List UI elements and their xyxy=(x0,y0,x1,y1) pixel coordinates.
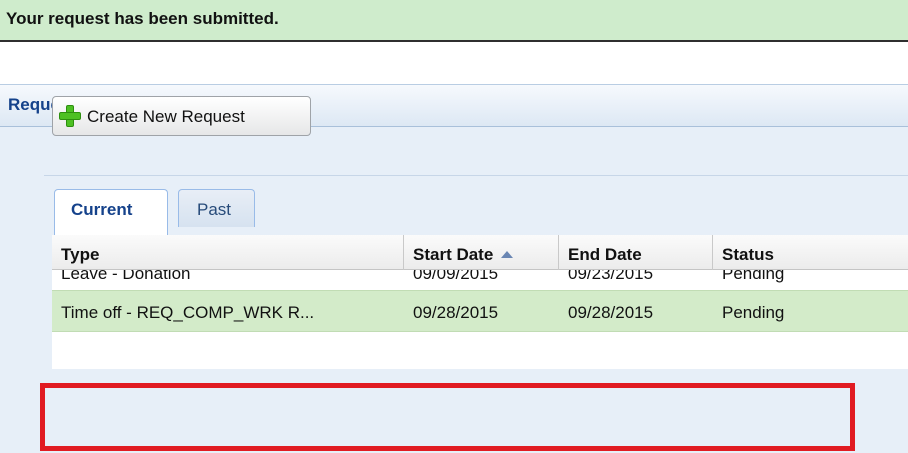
column-header-type-label: Type xyxy=(61,245,100,264)
table-row[interactable]: Leave - Donation 09/09/2015 09/23/2015 P… xyxy=(52,270,908,288)
request-grid: Type Start Date End Date Status Leave - … xyxy=(52,235,908,369)
create-new-request-button[interactable]: Create New Request xyxy=(52,96,311,136)
column-header-status[interactable]: Status xyxy=(713,235,908,270)
column-header-start-date[interactable]: Start Date xyxy=(404,235,559,270)
tab-past[interactable]: Past xyxy=(178,189,255,227)
column-header-end-date-label: End Date xyxy=(568,245,642,264)
cell-type: Leave - Donation xyxy=(61,270,191,283)
cell-status: Pending xyxy=(722,270,785,283)
cell-end-date: 09/23/2015 xyxy=(568,270,654,283)
cell-status: Pending xyxy=(722,303,785,322)
column-header-end-date[interactable]: End Date xyxy=(559,235,713,270)
column-header-status-label: Status xyxy=(722,245,774,264)
tab-past-label: Past xyxy=(197,200,232,219)
cell-type: Time off - REQ_COMP_WRK R... xyxy=(61,303,315,322)
tab-strip: Current Past xyxy=(44,175,908,235)
column-header-type[interactable]: Type xyxy=(52,235,404,270)
tab-current[interactable]: Current xyxy=(54,189,168,235)
grid-header: Type Start Date End Date Status xyxy=(52,235,908,270)
create-new-request-label: Create New Request xyxy=(87,107,245,126)
cell-start-date: 09/09/2015 xyxy=(413,270,499,283)
tab-current-label: Current xyxy=(71,200,133,219)
plus-icon xyxy=(59,105,81,127)
success-banner: Your request has been submitted. xyxy=(0,0,908,42)
table-row-selected[interactable]: Time off - REQ_COMP_WRK R... 09/28/2015 … xyxy=(52,290,908,332)
cell-start-date: 09/28/2015 xyxy=(413,303,499,322)
success-message: Your request has been submitted. xyxy=(6,9,279,28)
cell-end-date: 09/28/2015 xyxy=(568,303,654,322)
column-header-start-date-label: Start Date xyxy=(413,245,494,264)
sort-ascending-icon xyxy=(501,251,514,258)
